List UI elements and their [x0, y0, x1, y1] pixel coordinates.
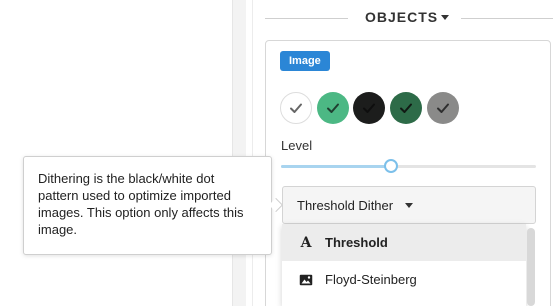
objects-section-header[interactable]: OBJECTS [265, 0, 557, 36]
color-swatch-green[interactable] [317, 92, 349, 124]
chevron-down-icon[interactable] [441, 15, 449, 20]
check-icon [290, 103, 302, 113]
color-swatch-gray[interactable] [427, 92, 459, 124]
divider-left [265, 18, 348, 19]
level-slider-fill [281, 165, 391, 168]
dropdown-scrollbar[interactable] [527, 228, 535, 306]
divider-right [461, 18, 553, 19]
dropdown-option-threshold[interactable]: A Threshold [282, 224, 526, 261]
level-slider-track[interactable] [281, 165, 536, 168]
check-icon [327, 103, 339, 113]
level-label: Level [281, 138, 313, 153]
check-icon [400, 103, 412, 113]
color-swatch-white[interactable] [280, 92, 312, 124]
level-slider-thumb[interactable] [383, 159, 398, 173]
dither-select-value: Threshold Dither [297, 197, 394, 213]
app-stage: OBJECTS Image Level Threshold Dither A T… [0, 0, 557, 306]
check-icon [363, 103, 375, 113]
dither-dropdown-menu: A Threshold Floyd-Steinberg [282, 224, 526, 306]
dither-select[interactable]: Threshold Dither [282, 186, 536, 224]
check-icon [437, 103, 449, 113]
image-icon [298, 274, 314, 286]
dropdown-option-label: Floyd-Steinberg [325, 272, 417, 287]
text-a-icon: A [300, 234, 312, 251]
dropdown-option-floyd-steinberg[interactable]: Floyd-Steinberg [282, 261, 526, 298]
color-swatch-dark-green[interactable] [390, 92, 422, 124]
tooltip-text: Dithering is the black/white dot pattern… [38, 171, 244, 237]
dropdown-option-label: Threshold [325, 235, 388, 250]
section-title: OBJECTS [365, 9, 439, 25]
color-swatch-black[interactable] [353, 92, 385, 124]
object-type-badge: Image [280, 51, 330, 71]
scroll-rail[interactable] [232, 0, 246, 306]
dithering-tooltip: Dithering is the black/white dot pattern… [23, 156, 272, 255]
chevron-down-icon [405, 202, 414, 208]
